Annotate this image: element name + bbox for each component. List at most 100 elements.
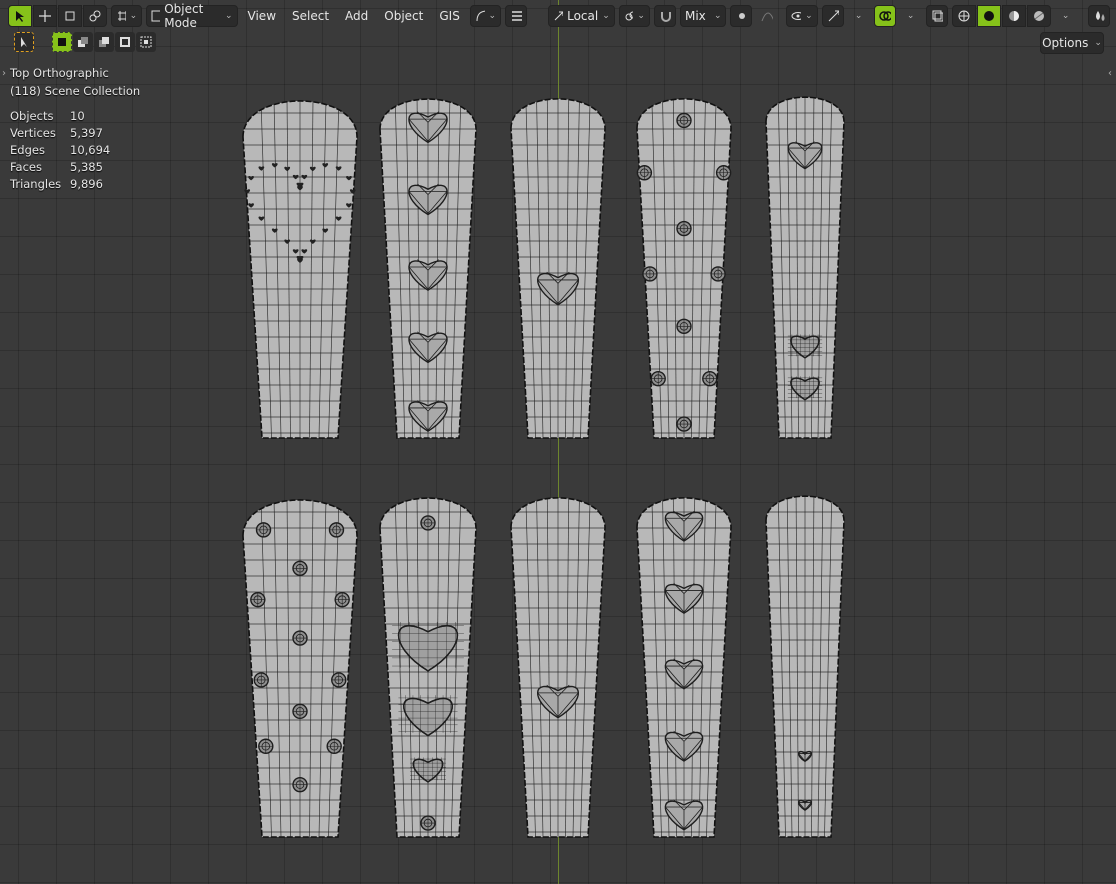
- shading-group: [951, 5, 1051, 27]
- cube-icon: [65, 11, 75, 21]
- subtract-selection-icon: [99, 37, 109, 47]
- nail-object[interactable]: [635, 488, 733, 838]
- xray-icon: [932, 10, 943, 22]
- intersect-selection-icon: [140, 36, 152, 48]
- menu-add[interactable]: Add: [339, 5, 374, 27]
- pivot-point-button[interactable]: ⌄: [618, 5, 650, 27]
- select-subtract-button[interactable]: [94, 32, 114, 52]
- snap-mode-dropdown[interactable]: Mix ⌄: [679, 5, 727, 27]
- sidebar-expand-icon[interactable]: ‹: [1108, 68, 1112, 79]
- mode-label: Object Mode: [164, 2, 204, 30]
- chevron-down-icon: ⌄: [224, 11, 233, 21]
- overlays-button[interactable]: [873, 5, 896, 27]
- collection-name: (118) Scene Collection: [10, 84, 141, 98]
- selection-modes-group: [52, 32, 156, 52]
- link-tool-button[interactable]: [83, 5, 107, 27]
- rendered-sphere-icon: [1033, 11, 1044, 21]
- select-arrow-icon: [21, 37, 27, 47]
- cursor-tool-button[interactable]: [33, 5, 57, 27]
- stat-row: Faces 5,385: [10, 160, 103, 174]
- nail-object[interactable]: [378, 488, 478, 838]
- scene-statistics: Objects 10 Vertices 5,397 Edges 10,694 Face…: [10, 108, 140, 193]
- viewport-text-overlay: Top Orthographic (118) Scene Collection …: [10, 64, 140, 193]
- nail-object[interactable]: [635, 89, 733, 439]
- nail-object[interactable]: [509, 488, 607, 838]
- shading-dropdown[interactable]: ⌄: [1055, 5, 1077, 27]
- chevron-down-icon: ⌄: [602, 11, 610, 21]
- hamburger-button[interactable]: [505, 5, 528, 27]
- nail-object[interactable]: [764, 488, 846, 838]
- chevron-down-icon: ⌄: [713, 11, 722, 21]
- material-sphere-icon: [1008, 11, 1019, 21]
- nail-object[interactable]: [764, 89, 846, 439]
- transform-icon: [554, 11, 564, 21]
- xray-button[interactable]: [925, 5, 948, 27]
- wireframe-shading-button[interactable]: [951, 5, 976, 27]
- stat-row: Edges 10,694: [10, 143, 111, 157]
- stat-row: Vertices 5,397: [10, 126, 103, 140]
- new-selection-icon: [58, 38, 66, 46]
- select-invert-button[interactable]: [115, 32, 135, 52]
- move-tool-button[interactable]: [58, 5, 82, 27]
- stat-row: Triangles 9,896: [10, 177, 103, 191]
- gizmo-icon: [828, 10, 839, 22]
- tool-settings-row: [14, 32, 156, 52]
- active-tool-button[interactable]: [14, 32, 34, 52]
- gizmo-dropdown[interactable]: ⌄: [848, 5, 870, 27]
- proportional-edit-button[interactable]: [730, 5, 753, 27]
- grid-icon: [118, 11, 126, 21]
- overlays-dropdown[interactable]: ⌄: [900, 5, 922, 27]
- link-icon: [625, 11, 634, 21]
- transform-orientation-button[interactable]: ⌄: [111, 5, 143, 27]
- menu-gis[interactable]: GIS: [433, 5, 465, 27]
- nail-object[interactable]: [241, 488, 359, 838]
- menu-icon: [512, 11, 523, 21]
- options-dropdown[interactable]: Options ⌄: [1040, 32, 1104, 54]
- nail-object[interactable]: [378, 89, 478, 439]
- nail-object[interactable]: [509, 89, 607, 439]
- proportional-icon: [739, 13, 746, 19]
- select-new-button[interactable]: [52, 32, 72, 52]
- nail-meshes[interactable]: [0, 0, 1116, 884]
- extend-selection-icon: [78, 37, 88, 47]
- select-mode-group: [8, 5, 107, 27]
- solid-sphere-icon: [983, 11, 994, 21]
- solid-shading-button[interactable]: [976, 5, 1001, 27]
- drops-icon: [1096, 11, 1105, 21]
- nail-object[interactable]: [241, 89, 359, 439]
- menu-view[interactable]: View: [242, 5, 282, 27]
- snap-toggle-button[interactable]: [653, 5, 676, 27]
- select-extend-button[interactable]: [73, 32, 93, 52]
- mode-dropdown[interactable]: Object Mode ⌄: [146, 2, 238, 30]
- pivot-label: Local: [567, 9, 599, 23]
- menu-select[interactable]: Select: [286, 5, 335, 27]
- link-icon: [89, 10, 101, 22]
- curve-icon: [476, 10, 485, 22]
- select-arrow-icon: [16, 11, 24, 22]
- select-intersect-button[interactable]: [136, 32, 156, 52]
- rendered-shading-button[interactable]: [1026, 5, 1051, 27]
- options-label: Options: [1042, 36, 1089, 50]
- magnet-icon: [660, 12, 671, 22]
- eye-icon: [791, 12, 802, 20]
- visibility-button[interactable]: ⌄: [786, 5, 818, 27]
- snap-mode-label: Mix: [684, 9, 706, 23]
- chevron-down-icon: ⌄: [1094, 38, 1102, 48]
- falloff-icon: [762, 12, 774, 22]
- overlay-icon: [878, 11, 891, 21]
- material-shading-button[interactable]: [1001, 5, 1026, 27]
- object-mode-icon: [151, 10, 161, 22]
- view-settings-button[interactable]: [1088, 5, 1110, 27]
- falloff-button[interactable]: [756, 5, 778, 27]
- viewport-header: ⌄ Object Mode ⌄ View Select Add Object G…: [0, 0, 1116, 32]
- pivot-dropdown[interactable]: Local ⌄: [548, 5, 615, 27]
- toolbar-expand-icon[interactable]: ›: [2, 68, 6, 79]
- stat-row: Objects 10: [10, 109, 85, 123]
- view-name: Top Orthographic: [10, 66, 109, 80]
- select-box-tool-button[interactable]: [8, 5, 32, 27]
- cursor-icon: [39, 10, 51, 22]
- gizmo-button[interactable]: [821, 5, 844, 27]
- wireframe-sphere-icon: [958, 10, 970, 22]
- menu-object[interactable]: Object: [378, 5, 429, 27]
- gis-options-button[interactable]: ⌄: [469, 5, 502, 27]
